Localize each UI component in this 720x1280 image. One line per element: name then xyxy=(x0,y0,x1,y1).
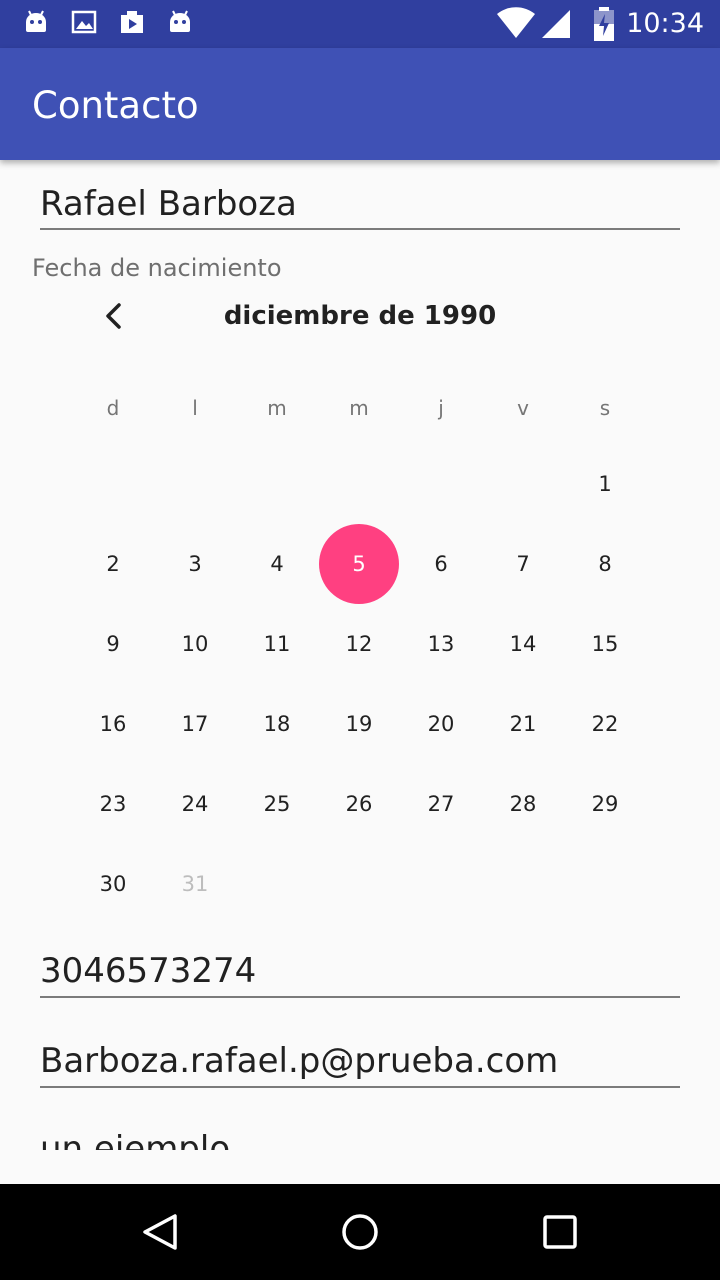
app-title: Contacto xyxy=(32,84,199,127)
calendar-day[interactable]: 27 xyxy=(401,764,481,844)
calendar-day[interactable]: 19 xyxy=(319,684,399,764)
calendar-day[interactable]: 3 xyxy=(155,524,235,604)
calendar-day[interactable]: 6 xyxy=(401,524,481,604)
email-field[interactable]: Barboza.rafael.p@prueba.com xyxy=(40,1038,680,1088)
calendar-day[interactable]: 24 xyxy=(155,764,235,844)
home-icon xyxy=(342,1214,378,1250)
calendar-day[interactable]: 21 xyxy=(483,684,563,764)
recents-button[interactable] xyxy=(538,1210,582,1254)
image-icon xyxy=(71,10,97,34)
calendar-day[interactable]: 15 xyxy=(565,604,645,684)
status-time: 10:34 xyxy=(626,8,704,39)
navigation-bar xyxy=(0,1184,720,1280)
android-icon xyxy=(26,10,46,32)
home-button[interactable] xyxy=(338,1210,382,1254)
calendar-day[interactable]: 14 xyxy=(483,604,563,684)
status-bar: 10:34 xyxy=(0,0,720,48)
calendar-month-title: diciembre de 1990 xyxy=(223,301,497,331)
weekday-header: l xyxy=(192,396,198,420)
weekday-header: m xyxy=(267,396,287,420)
calendar-day[interactable]: 30 xyxy=(73,844,153,924)
phone-field[interactable]: 3046573274 xyxy=(40,948,680,998)
calendar-day[interactable]: 25 xyxy=(237,764,317,844)
calendar-day[interactable]: 11 xyxy=(237,604,317,684)
calendar-day[interactable]: 17 xyxy=(155,684,235,764)
calendar-day[interactable]: 7 xyxy=(483,524,563,604)
calendar-day[interactable]: 9 xyxy=(73,604,153,684)
battery-charging-icon xyxy=(594,7,614,41)
calendar-day[interactable]: 1 xyxy=(565,444,645,524)
calendar-day[interactable]: 23 xyxy=(73,764,153,844)
calendar-day[interactable]: 28 xyxy=(483,764,563,844)
calendar-day-selected[interactable]: 5 xyxy=(319,524,399,604)
calendar-day[interactable]: 13 xyxy=(401,604,481,684)
signal-icon xyxy=(542,10,570,38)
calendar-day[interactable]: 2 xyxy=(73,524,153,604)
calendar-day[interactable]: 18 xyxy=(237,684,317,764)
calendar-day[interactable]: 26 xyxy=(319,764,399,844)
birthdate-label: Fecha de nacimiento xyxy=(32,254,282,282)
back-button[interactable] xyxy=(138,1210,182,1254)
calendar-day[interactable]: 12 xyxy=(319,604,399,684)
weekday-header: m xyxy=(349,396,369,420)
calendar-day[interactable]: 10 xyxy=(155,604,235,684)
weekday-header: d xyxy=(106,396,120,420)
weekday-header: s xyxy=(599,396,611,420)
recents-icon xyxy=(543,1215,577,1249)
calendar-day[interactable]: 8 xyxy=(565,524,645,604)
play-store-icon xyxy=(121,11,143,33)
weekday-header: j xyxy=(438,396,444,420)
calendar-day[interactable]: 16 xyxy=(73,684,153,764)
calendar-day[interactable]: 22 xyxy=(565,684,645,764)
calendar-day[interactable]: 29 xyxy=(565,764,645,844)
android-icon xyxy=(170,10,190,32)
weekday-header: v xyxy=(517,396,529,420)
back-icon xyxy=(143,1214,177,1250)
description-field[interactable]: un ejemplo xyxy=(40,1126,680,1150)
calendar-day[interactable]: 4 xyxy=(237,524,317,604)
description-field-clip: un ejemplo xyxy=(40,1126,680,1150)
calendar-day: 31 xyxy=(181,872,209,896)
app-bar: Contacto xyxy=(0,48,720,160)
wifi-icon xyxy=(497,7,535,39)
calendar-day[interactable]: 20 xyxy=(401,684,481,764)
name-field[interactable]: Rafael Barboza xyxy=(40,184,680,230)
